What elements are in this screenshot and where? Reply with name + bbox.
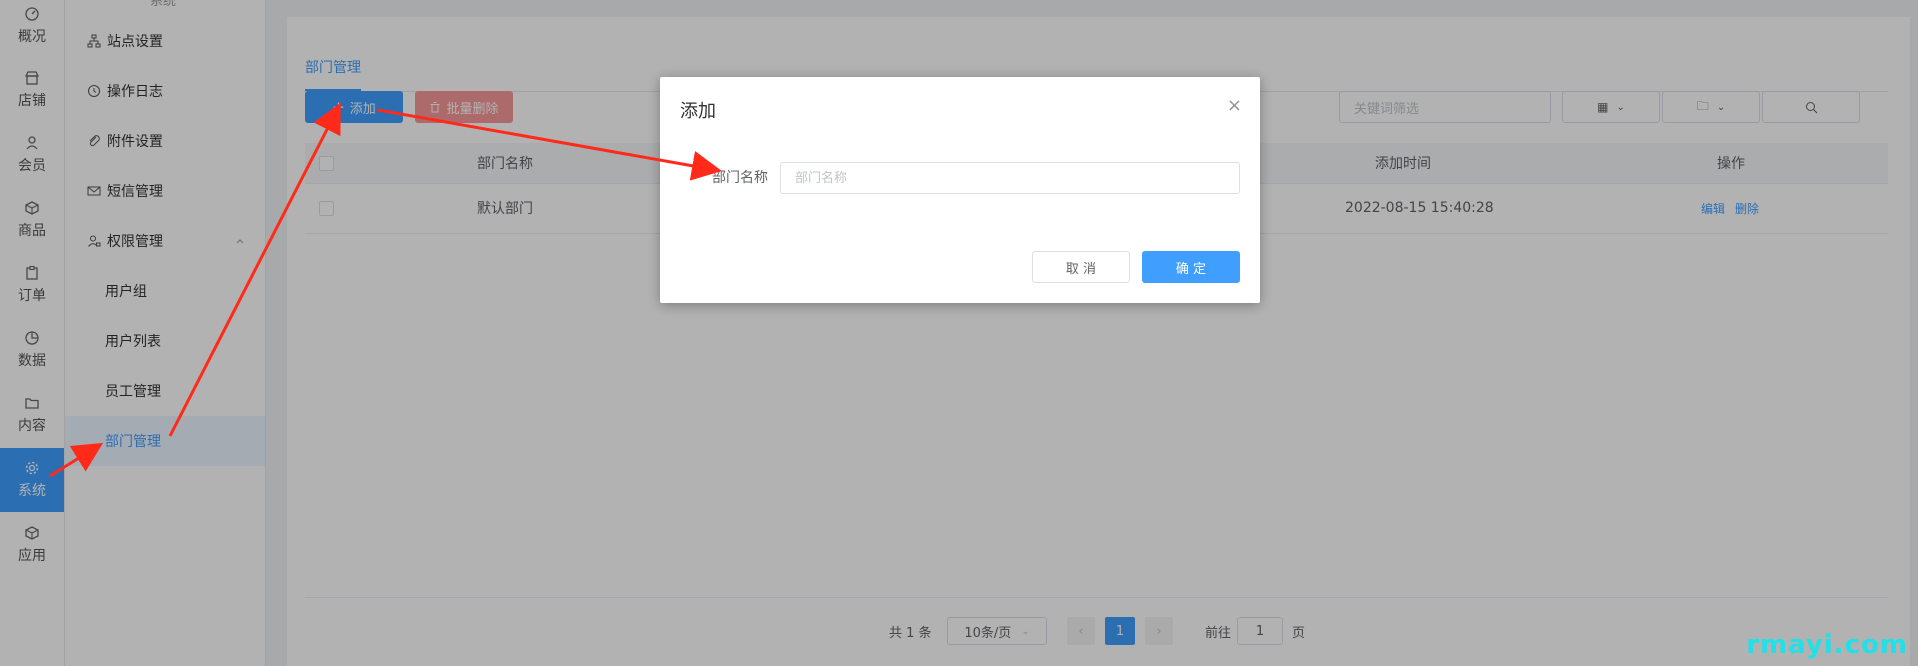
department-name-label: 部门名称	[712, 170, 768, 186]
confirm-button[interactable]: 确 定	[1142, 251, 1240, 283]
dialog-title: 添加	[680, 101, 716, 122]
cancel-button[interactable]: 取 消	[1032, 251, 1130, 283]
department-name-input[interactable]	[780, 162, 1240, 194]
watermark: rmayi.com	[1746, 630, 1908, 660]
close-icon[interactable]: ×	[1227, 95, 1242, 116]
add-department-dialog: 添加 × 部门名称 取 消 确 定	[660, 77, 1260, 303]
